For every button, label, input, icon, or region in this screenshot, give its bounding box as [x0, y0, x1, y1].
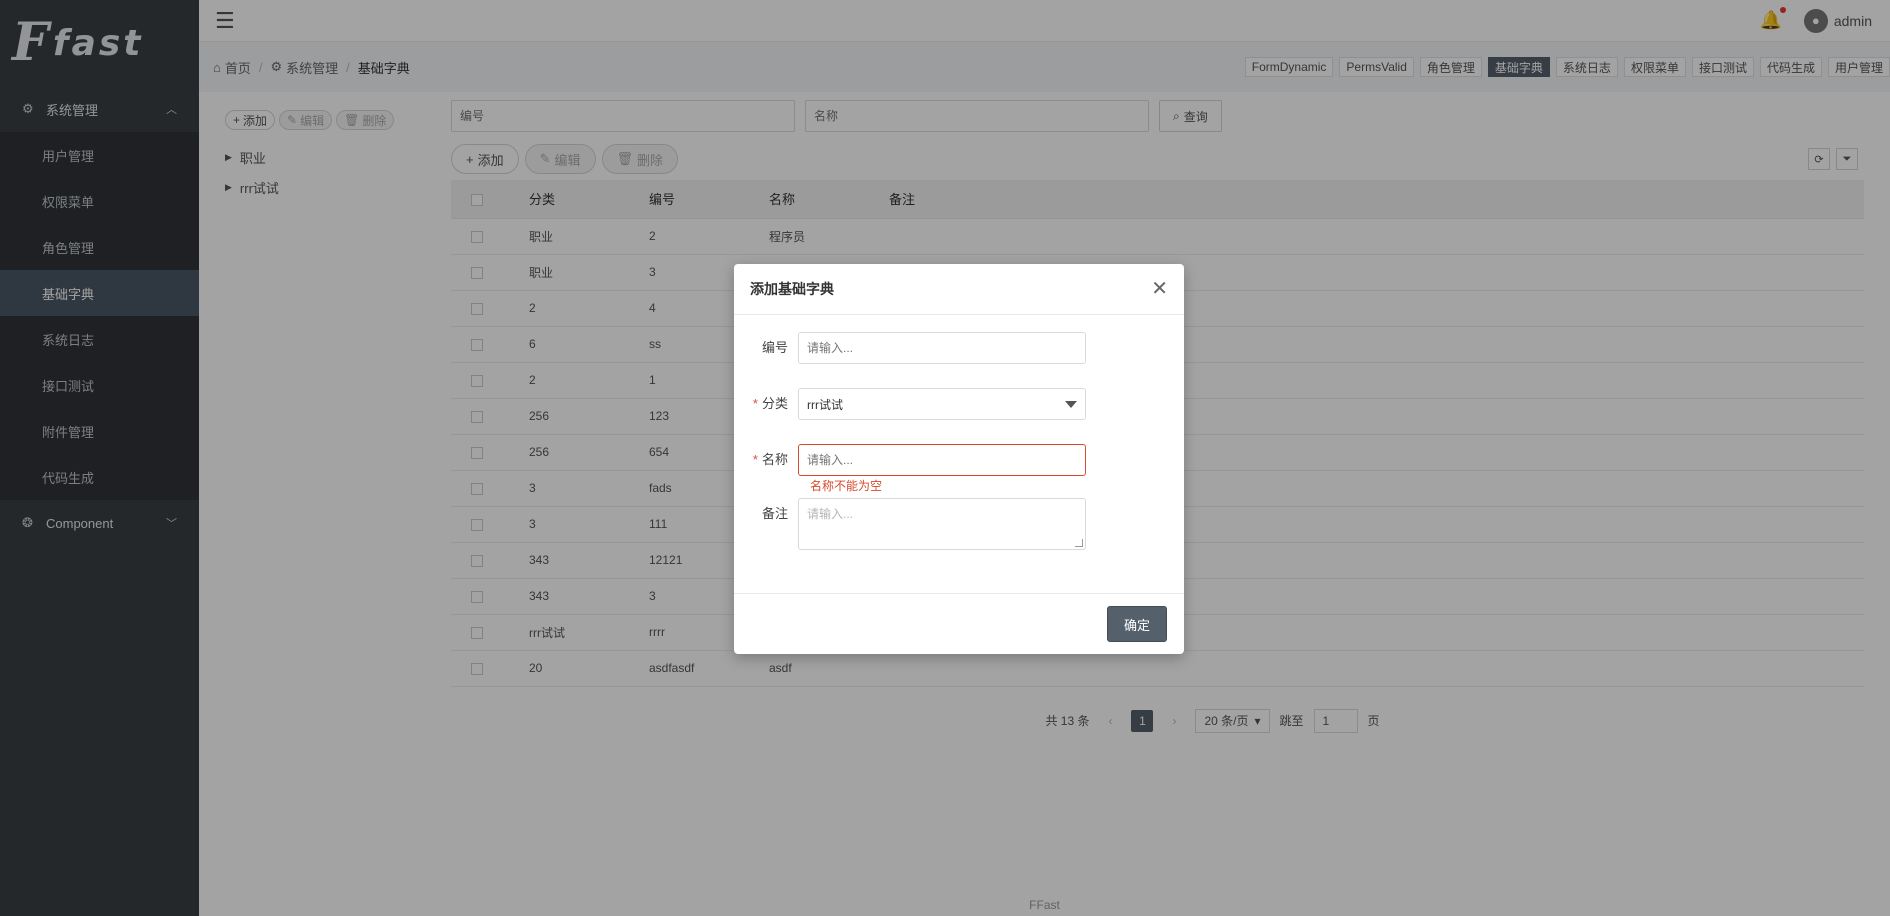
add-dict-modal: 添加基础字典 ✕ 编号 *分类 rrr试试 *名称 名称不能为空 备注 请输入.… — [734, 264, 1184, 654]
code-label: 编号 — [761, 340, 788, 355]
name-label: * 名称 — [734, 444, 798, 476]
category-select[interactable]: rrr试试 — [798, 388, 1086, 420]
resize-handle[interactable] — [1075, 539, 1083, 547]
category-value: rrr试试 — [807, 397, 843, 412]
form-row-category: * 分类 rrr试试 — [734, 388, 1184, 420]
form-row-name: * 名称 — [734, 444, 1184, 476]
name-field[interactable] — [798, 444, 1086, 476]
form-row-remark: 备注 请输入... — [734, 498, 1184, 550]
remark-textarea[interactable]: 请输入... — [798, 498, 1086, 550]
required-mark: * — [752, 452, 758, 467]
form-row-code: 编号 — [734, 332, 1184, 364]
category-label-text: 分类 — [761, 396, 788, 411]
close-icon[interactable]: ✕ — [1151, 279, 1168, 299]
modal-title: 添加基础字典 — [750, 281, 834, 297]
modal-body: 编号 *分类 rrr试试 *名称 名称不能为空 备注 请输入... — [734, 315, 1184, 595]
modal-header: 添加基础字典 ✕ — [734, 264, 1184, 315]
name-label-text: 名称 — [761, 452, 788, 467]
remark-label: 备注 — [761, 506, 788, 521]
caret-down-icon — [1065, 400, 1077, 408]
name-error-message: 名称不能为空 — [810, 479, 883, 493]
modal-footer: 确定 — [734, 593, 1184, 654]
category-label: * 分类 — [734, 388, 798, 420]
confirm-button[interactable]: 确定 — [1106, 606, 1167, 642]
code-field[interactable] — [798, 332, 1086, 364]
remark-placeholder: 请输入... — [807, 507, 854, 521]
required-mark: * — [752, 396, 758, 411]
